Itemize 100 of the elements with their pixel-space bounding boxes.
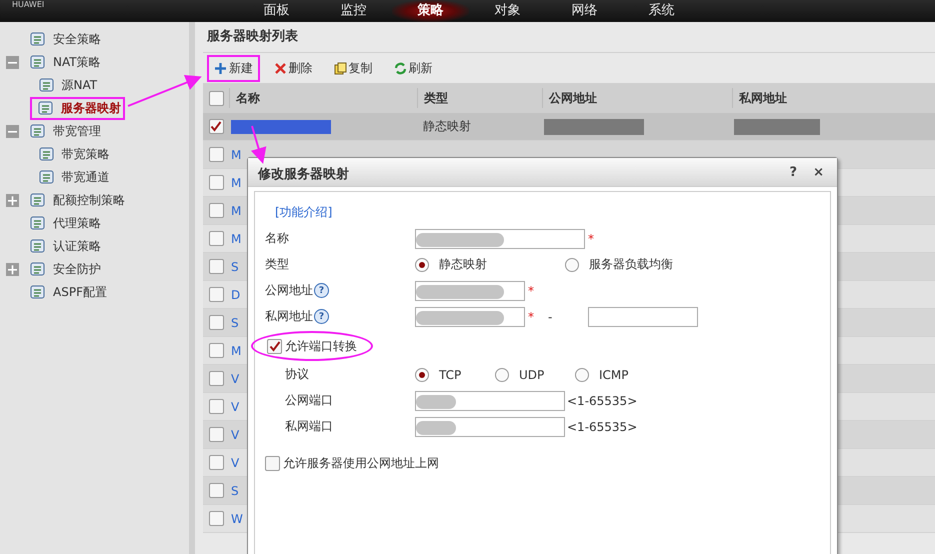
expand-toggle-icon[interactable] xyxy=(6,56,19,69)
plus-icon xyxy=(214,62,227,74)
field-label: 类型 xyxy=(265,256,290,273)
row-checkbox[interactable] xyxy=(208,399,224,414)
name-field[interactable] xyxy=(415,228,585,248)
sidebar-item[interactable]: 配额控制策略 xyxy=(53,192,125,209)
sidebar-item[interactable]: 源NAT xyxy=(62,77,98,94)
radio-label: 静态映射 xyxy=(439,256,487,273)
table-cell: 静态映射 xyxy=(423,118,471,135)
sidebar-item[interactable]: 认证策略 xyxy=(53,238,101,255)
private-address-end-field[interactable] xyxy=(588,306,698,326)
private-address-field[interactable] xyxy=(415,306,525,326)
row-checkbox[interactable] xyxy=(208,483,224,498)
name-link[interactable]: M xyxy=(231,344,242,358)
required-mark: * xyxy=(588,232,595,246)
toolbar-button[interactable]: 新建 xyxy=(211,58,256,78)
row-checkbox[interactable] xyxy=(208,511,224,526)
table-row[interactable]: 静态映射 xyxy=(203,113,935,141)
toolbar-button[interactable]: 删除 xyxy=(270,58,316,78)
radio-button[interactable] xyxy=(575,368,589,382)
row-checkbox[interactable] xyxy=(208,427,224,442)
row-checkbox[interactable] xyxy=(208,343,224,358)
row-checkbox[interactable] xyxy=(208,147,224,162)
name-link[interactable]: S xyxy=(231,316,239,330)
expand-toggle-icon[interactable] xyxy=(6,263,19,276)
select-all-checkbox[interactable] xyxy=(208,90,224,106)
row-checkbox[interactable] xyxy=(208,455,224,470)
port-translation-checkbox[interactable] xyxy=(267,338,282,354)
port-field[interactable] xyxy=(415,416,565,436)
field-label: 名称 xyxy=(265,230,290,247)
name-link[interactable]: M xyxy=(231,204,242,218)
sidebar-item[interactable]: ASPF配置 xyxy=(53,284,107,301)
name-link[interactable]: M xyxy=(231,148,242,162)
sidebar-item[interactable]: 安全策略 xyxy=(53,31,101,48)
feature-intro-link[interactable]: [功能介绍] xyxy=(275,204,332,221)
nav-tab[interactable]: 策略 xyxy=(392,0,469,22)
field-label: 私网地址 xyxy=(265,308,313,325)
nav-tab[interactable]: 对象 xyxy=(469,0,546,22)
sidebar-item[interactable]: NAT策略 xyxy=(53,54,101,71)
help-icon[interactable]: ? xyxy=(314,283,329,298)
toolbar-button[interactable]: 刷新 xyxy=(390,58,436,78)
column-header[interactable]: 类型 xyxy=(417,88,542,108)
row-checkbox[interactable] xyxy=(208,371,224,386)
nav-tab[interactable]: 面板 xyxy=(238,0,315,22)
radio-label: UDP xyxy=(519,368,544,382)
field-label: 公网端口 xyxy=(285,392,334,409)
name-link[interactable]: V xyxy=(231,428,240,442)
row-checkbox[interactable] xyxy=(208,203,224,218)
toolbar-button[interactable]: 复制 xyxy=(330,58,376,78)
row-checkbox[interactable] xyxy=(208,259,224,274)
column-header[interactable]: 私网地址 xyxy=(732,88,932,108)
port-field[interactable] xyxy=(415,390,565,410)
row-checkbox[interactable] xyxy=(208,119,224,134)
name-link[interactable]: S xyxy=(231,260,239,274)
field-label: 协议 xyxy=(285,366,310,383)
nav-tab[interactable]: 监控 xyxy=(315,0,392,22)
name-link[interactable]: V xyxy=(231,372,240,386)
nav-tab[interactable]: 系统 xyxy=(623,0,700,22)
name-link[interactable]: V xyxy=(231,400,240,414)
expand-toggle-icon[interactable] xyxy=(6,194,19,207)
expand-toggle-icon[interactable] xyxy=(6,125,19,138)
public-address-field[interactable] xyxy=(415,280,525,300)
row-checkbox[interactable] xyxy=(208,175,224,190)
allow-public-checkbox[interactable] xyxy=(265,456,280,470)
row-checkbox[interactable] xyxy=(208,287,224,302)
radio-button[interactable] xyxy=(565,258,579,272)
name-link[interactable]: W xyxy=(231,512,243,526)
refresh-icon xyxy=(394,62,406,74)
name-link[interactable]: M xyxy=(231,176,242,190)
sidebar-item[interactable]: 服务器映射 xyxy=(61,100,121,117)
radio-label: ICMP xyxy=(599,368,629,382)
checkbox-label: 允许端口转换 xyxy=(285,338,357,354)
panel-title: 服务器映射列表 xyxy=(203,22,935,53)
row-checkbox[interactable] xyxy=(208,315,224,330)
sidebar-item[interactable]: 带宽策略 xyxy=(62,146,110,163)
name-link[interactable]: D xyxy=(231,288,240,302)
name-link[interactable]: S xyxy=(231,484,239,498)
sidebar-item[interactable]: 代理策略 xyxy=(53,215,101,232)
radio-button[interactable] xyxy=(415,368,429,382)
field-label: 私网端口 xyxy=(285,418,334,435)
sidebar-item[interactable]: 带宽管理 xyxy=(53,123,101,140)
nav-tab[interactable]: 网络 xyxy=(546,0,623,22)
brand-label: HUAWEI xyxy=(11,0,46,9)
column-header[interactable]: 名称 xyxy=(229,88,417,108)
dialog-title: 修改服务器映射 xyxy=(258,166,350,183)
sidebar-item[interactable]: 带宽通道 xyxy=(62,169,110,186)
help-icon[interactable]: ? xyxy=(314,309,329,324)
radio-button[interactable] xyxy=(495,368,509,382)
name-link[interactable]: V xyxy=(231,456,240,470)
name-link[interactable]: M xyxy=(231,232,242,246)
delete-icon xyxy=(274,62,286,74)
field-label: 公网地址 xyxy=(265,282,313,299)
row-checkbox[interactable] xyxy=(208,231,224,246)
range-hint: <1-65535> xyxy=(567,394,638,408)
checkbox-label: 允许服务器使用公网地址上网 xyxy=(283,454,439,472)
sidebar-item[interactable]: 安全防护 xyxy=(53,261,101,278)
radio-label: TCP xyxy=(439,368,462,382)
annotation-arrow xyxy=(250,126,266,164)
column-header[interactable]: 公网地址 xyxy=(542,88,732,108)
radio-button[interactable] xyxy=(415,258,429,272)
